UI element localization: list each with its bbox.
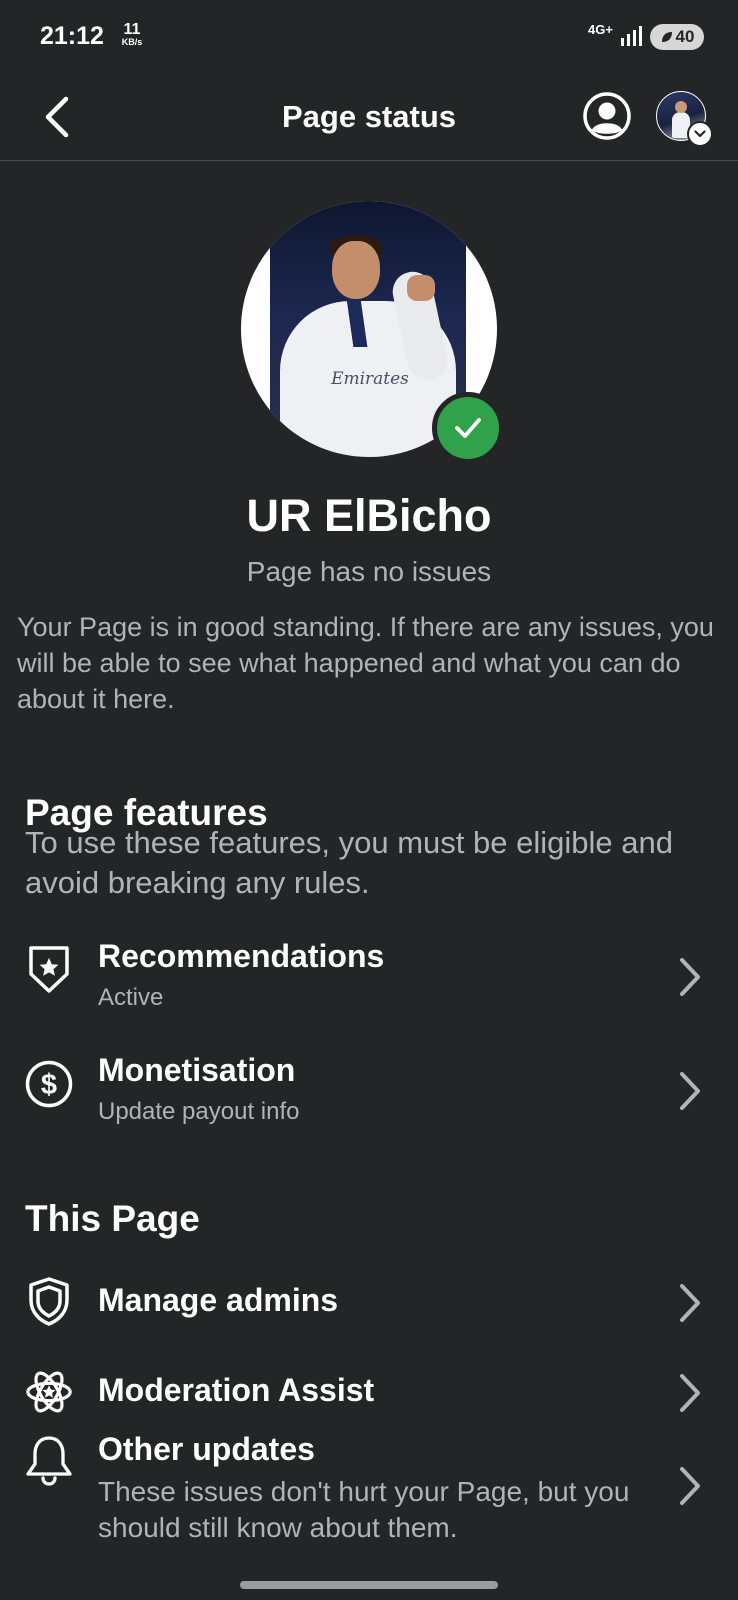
network-speed-unit: KB/s — [121, 37, 143, 47]
chevron-right-icon — [680, 1072, 700, 1110]
network-type: 4G+ — [588, 22, 613, 37]
page-switcher-button[interactable] — [656, 91, 713, 147]
other-updates-label: Other updates — [98, 1431, 315, 1467]
chevron-right-icon — [680, 1374, 700, 1412]
leaf-icon — [661, 32, 672, 42]
page-status-summary: Page has no issues — [246, 556, 492, 587]
chevron-right-icon — [680, 1467, 700, 1505]
moderation-assist-row[interactable]: Moderation Assist — [0, 1370, 738, 1430]
monetisation-label: Monetisation — [98, 1052, 296, 1088]
moderation-assist-label: Moderation Assist — [98, 1372, 375, 1408]
status-bar: 21:12 11 KB/s 4G+ 40 — [0, 0, 738, 75]
svg-text:$: $ — [41, 1069, 57, 1101]
clock: 21:12 — [40, 22, 104, 50]
this-page-heading: This Page — [25, 1198, 200, 1239]
page-name: UR ElBicho — [246, 490, 492, 541]
monetisation-row[interactable]: $ Monetisation Update payout info — [0, 1052, 738, 1162]
moderation-icon — [24, 1366, 74, 1418]
chevron-right-icon — [680, 1284, 700, 1322]
page-features-subtitle: To use these features, you must be eligi… — [25, 825, 673, 900]
other-updates-description: These issues don't hurt your Page, but y… — [98, 1476, 630, 1543]
shield-star-icon — [24, 944, 74, 996]
home-indicator[interactable] — [240, 1581, 498, 1589]
shield-icon — [24, 1276, 74, 1328]
standing-description: Your Page is in good standing. If there … — [17, 612, 714, 714]
app-bar: Page status — [0, 75, 738, 161]
network-speed: 11 KB/s — [117, 22, 147, 47]
other-updates-row[interactable]: Other updates These issues don't hurt yo… — [0, 1431, 738, 1580]
check-badge-icon — [432, 392, 504, 464]
chevron-right-icon — [680, 958, 700, 996]
shirt-sponsor-text: Emirates — [331, 369, 409, 389]
manage-admins-label: Manage admins — [98, 1282, 339, 1318]
battery-level: 40 — [675, 27, 695, 46]
chevron-down-icon — [687, 121, 713, 147]
profile-icon[interactable] — [582, 91, 632, 141]
battery-indicator: 40 — [650, 24, 704, 50]
network-speed-value: 11 — [123, 21, 141, 38]
signal-icon — [621, 26, 642, 46]
recommendations-status: Active — [98, 984, 164, 1011]
bell-icon — [24, 1434, 74, 1486]
recommendations-row[interactable]: Recommendations Active — [0, 938, 738, 1048]
manage-admins-row[interactable]: Manage admins — [0, 1277, 738, 1340]
monetisation-status: Update payout info — [98, 1098, 300, 1125]
recommendations-label: Recommendations — [98, 938, 385, 974]
dollar-circle-icon: $ — [24, 1058, 74, 1110]
